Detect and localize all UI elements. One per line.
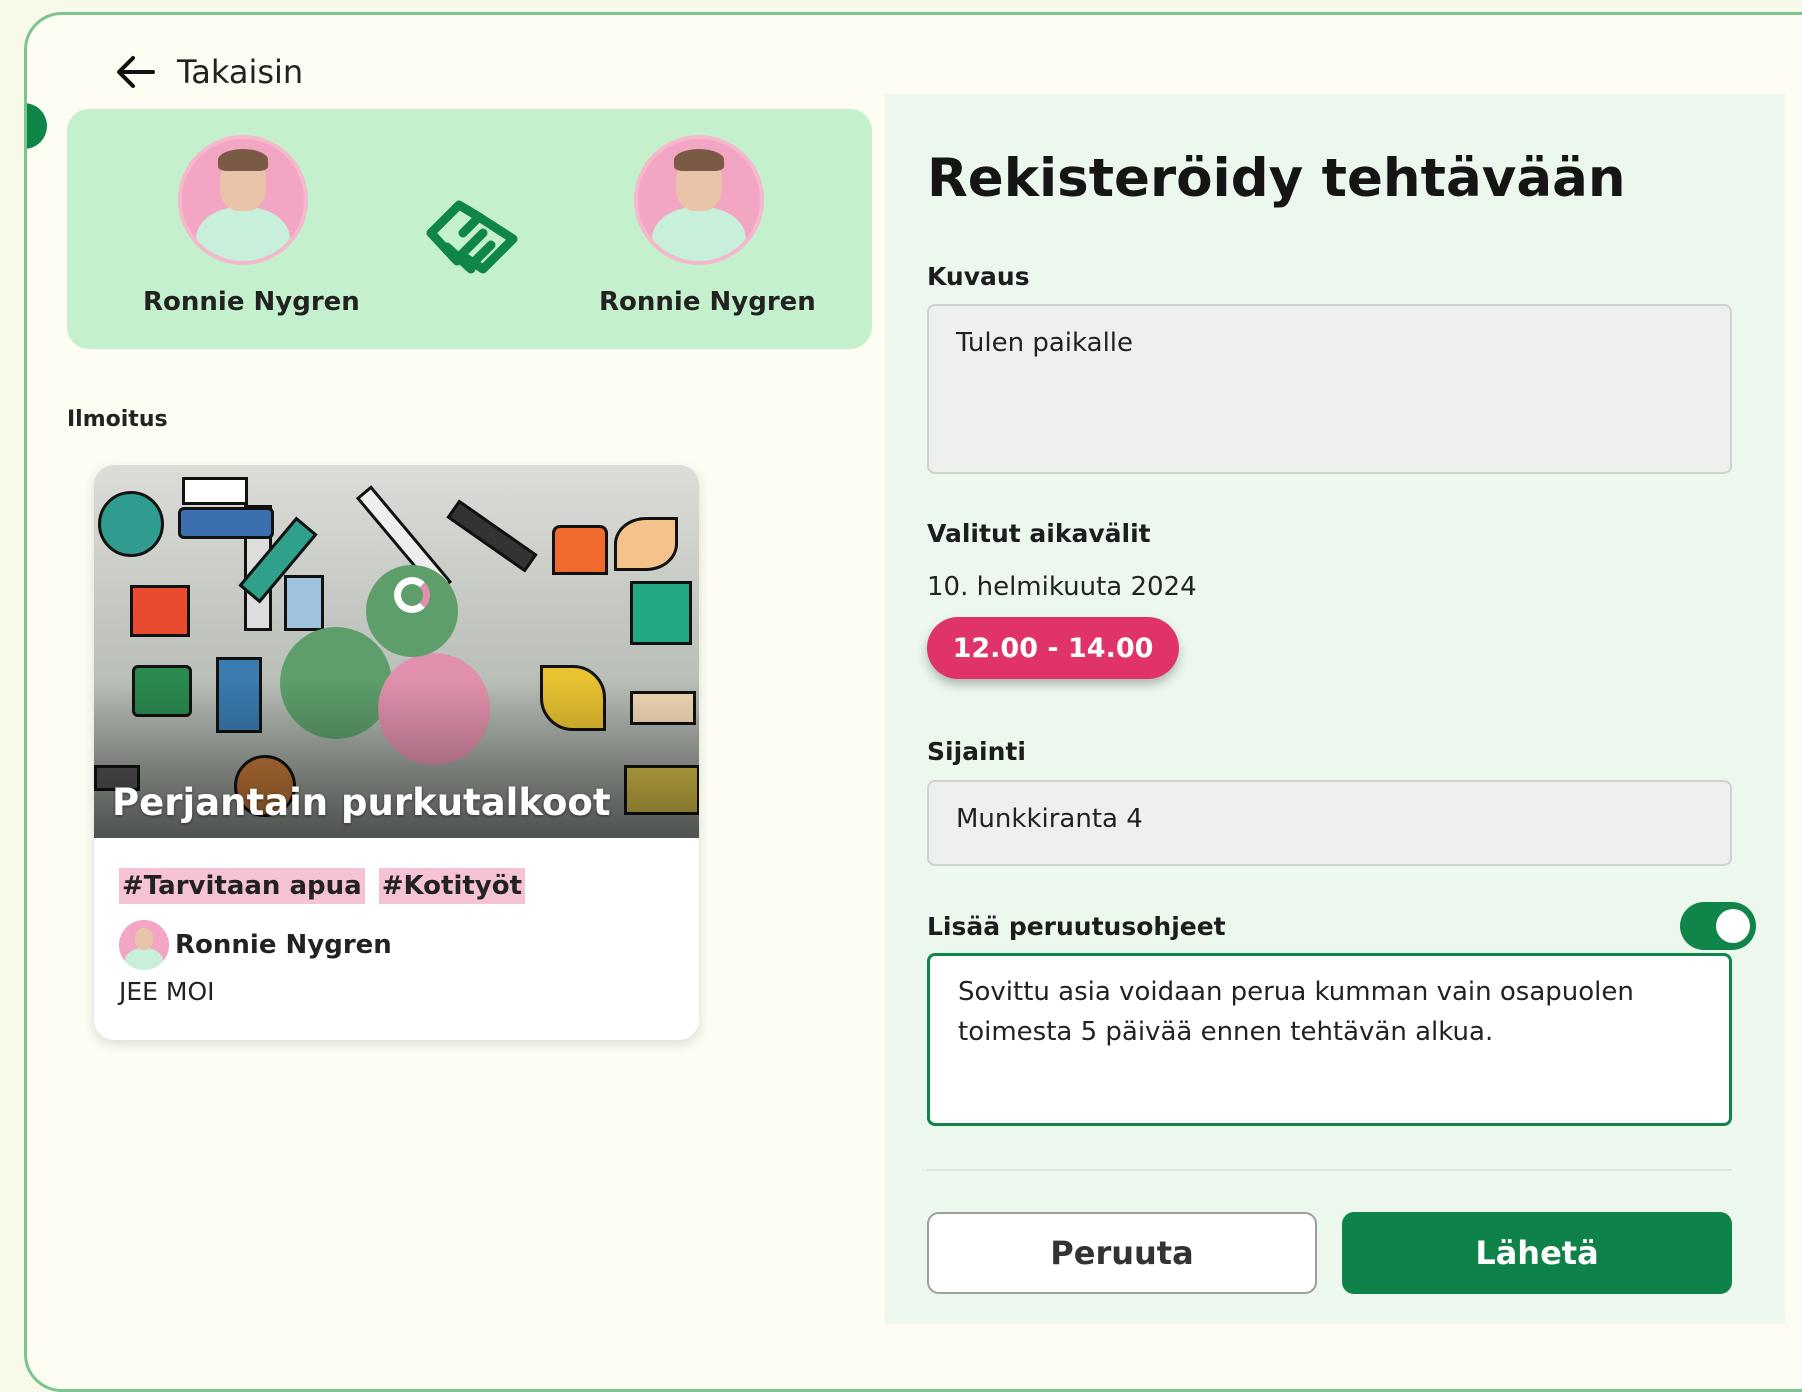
location-label: Sijainti	[927, 737, 1026, 766]
divider	[927, 1169, 1732, 1171]
listing-image: Perjantain purkutalkoot	[94, 465, 699, 838]
tag[interactable]: #Kotityöt	[378, 868, 526, 904]
avatar	[119, 920, 169, 970]
toggle-knob	[1716, 909, 1750, 943]
handshake-icon	[426, 200, 518, 274]
person-name: Ronnie Nygren	[599, 287, 816, 317]
avatar	[178, 135, 308, 265]
arrow-left-icon	[117, 56, 155, 88]
listing-description: JEE MOI	[119, 977, 215, 1006]
cancellation-field[interactable]: Sovittu asia voidaan perua kumman vain o…	[927, 953, 1732, 1126]
listing-author[interactable]: Ronnie Nygren	[119, 920, 392, 970]
description-field[interactable]: Tulen paikalle	[927, 304, 1732, 474]
cancellation-toggle[interactable]	[1680, 902, 1756, 950]
timeslots-label: Valitut aikavälit	[927, 519, 1151, 548]
listing-section-label: Ilmoitus	[67, 407, 168, 432]
side-indicator	[27, 103, 47, 149]
back-button[interactable]: Takaisin	[113, 49, 303, 95]
location-field[interactable]: Munkkiranta 4	[927, 780, 1732, 866]
tag[interactable]: #Tarvitaan apua	[119, 868, 365, 904]
avatar	[634, 135, 764, 265]
listing-tags: #Tarvitaan apua #Kotityöt	[119, 868, 526, 904]
author-name: Ronnie Nygren	[175, 930, 392, 960]
match-person-left[interactable]: Ronnie Nygren	[143, 135, 360, 317]
match-person-right[interactable]: Ronnie Nygren	[599, 135, 816, 317]
selected-date: 10. helmikuuta 2024	[927, 572, 1197, 602]
description-label: Kuvaus	[927, 262, 1030, 291]
send-button[interactable]: Lähetä	[1342, 1212, 1732, 1294]
person-name: Ronnie Nygren	[143, 287, 360, 317]
back-label: Takaisin	[177, 53, 304, 91]
listing-title: Perjantain purkutalkoot	[112, 781, 611, 824]
match-card: Ronnie Nygren Ronnie Nygren	[67, 109, 872, 349]
cancel-button[interactable]: Peruuta	[927, 1212, 1317, 1294]
page-title: Rekisteröidy tehtävään	[927, 148, 1626, 209]
register-panel: Rekisteröidy tehtävään Kuvaus Tulen paik…	[885, 94, 1785, 1324]
timeslot-chip[interactable]: 12.00 - 14.00	[927, 617, 1179, 679]
listing-card[interactable]: Perjantain purkutalkoot #Tarvitaan apua …	[94, 465, 699, 1040]
cancellation-label: Lisää peruutusohjeet	[927, 912, 1226, 941]
